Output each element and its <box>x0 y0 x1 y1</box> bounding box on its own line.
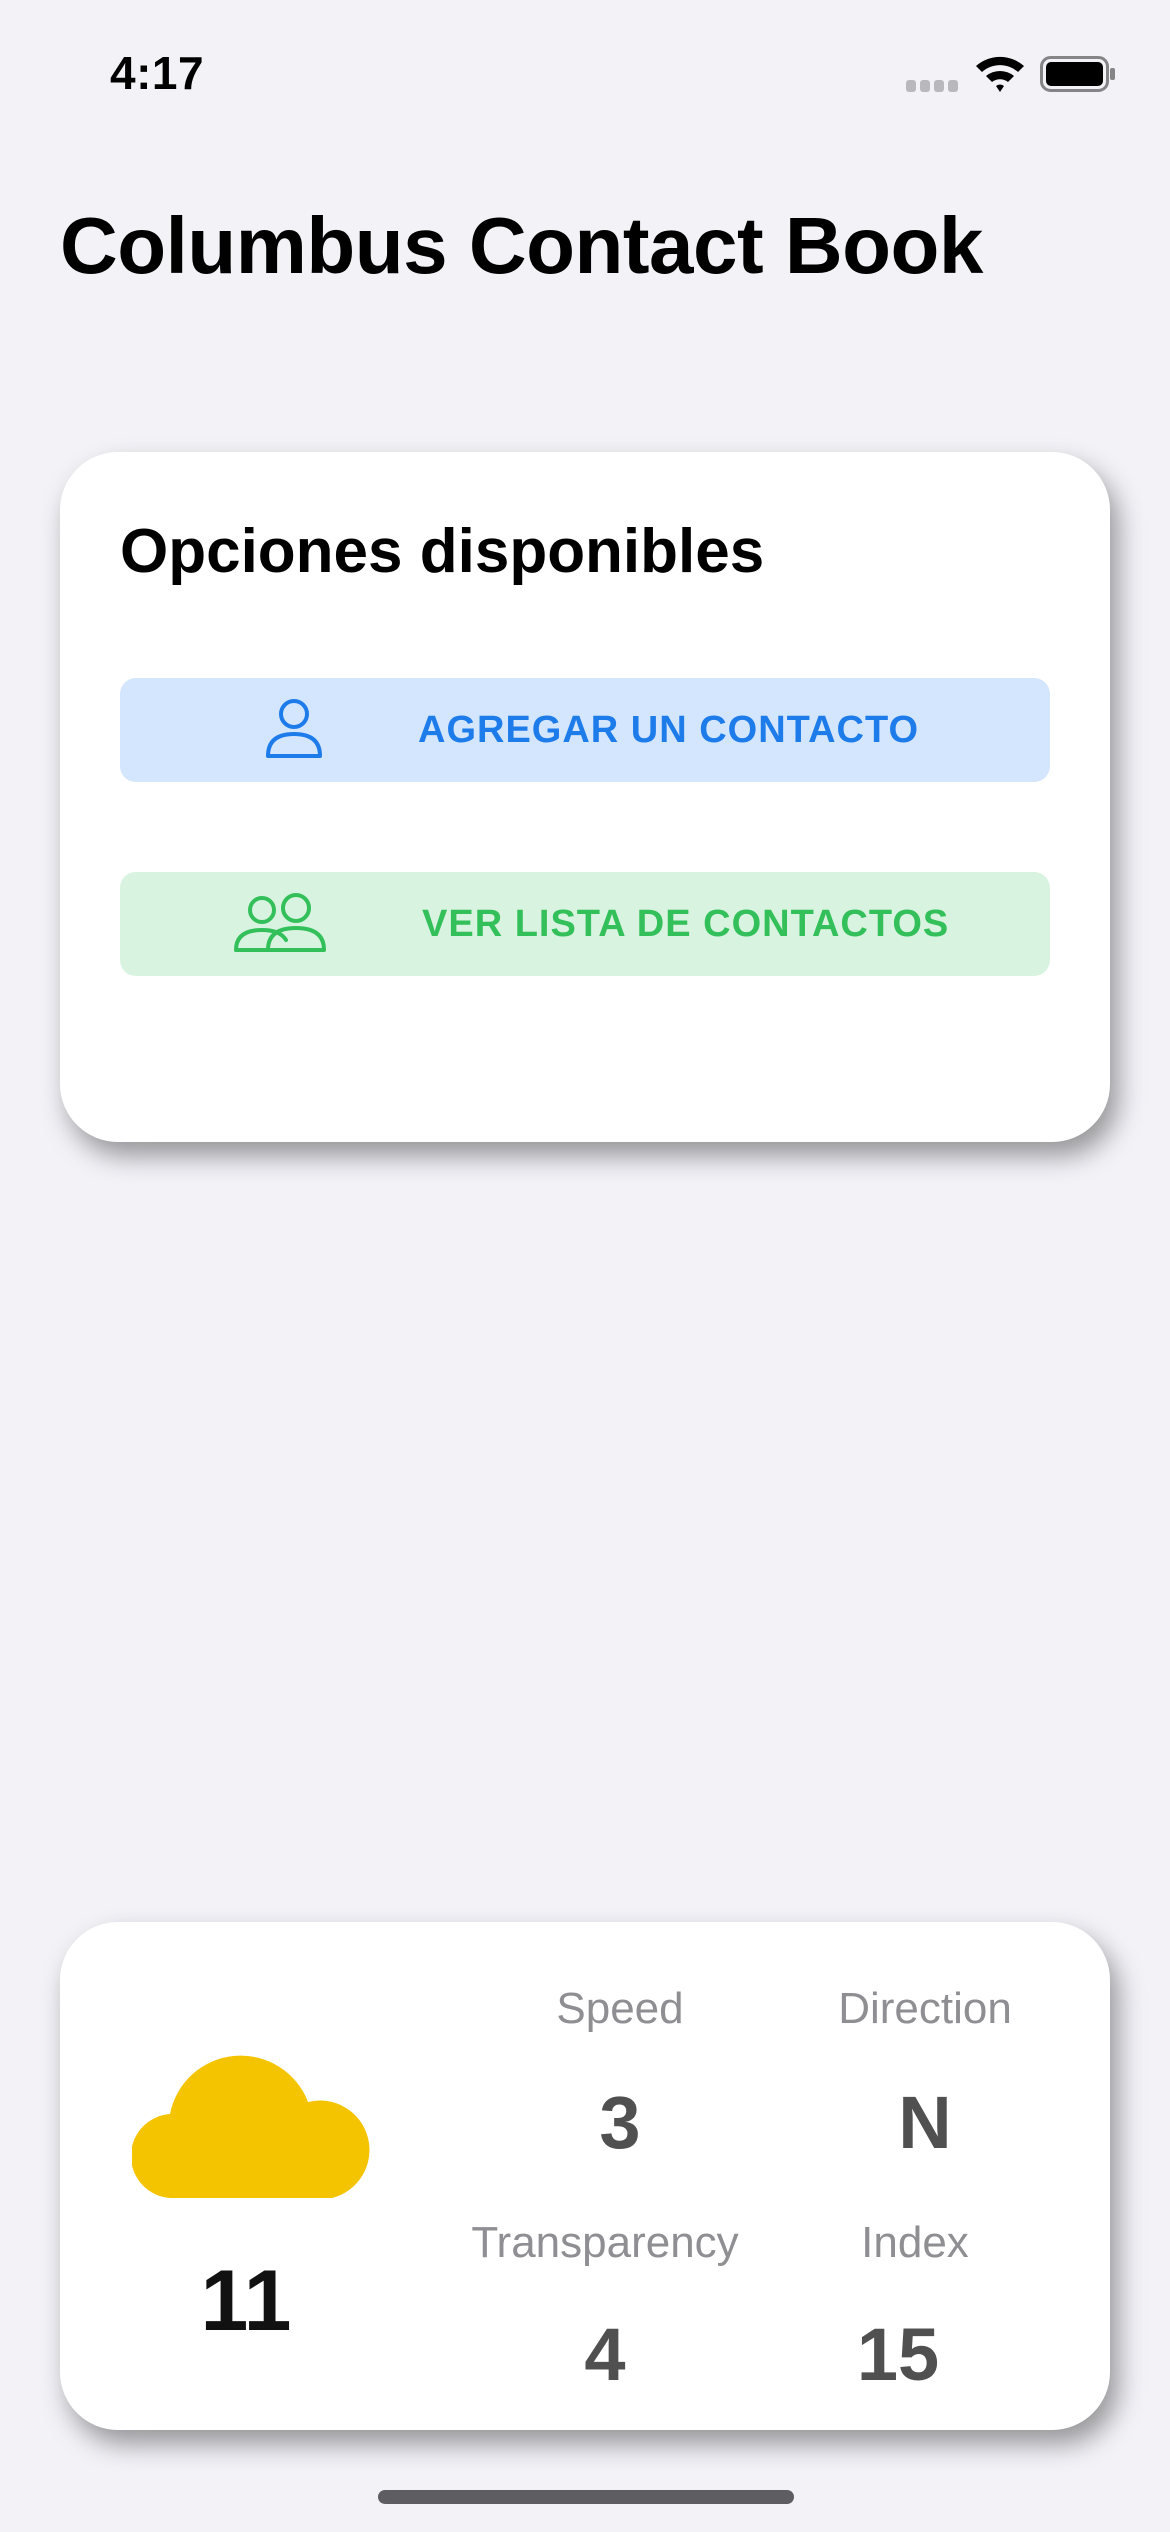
person-icon <box>266 699 322 758</box>
transparency-label: Transparency <box>471 2218 739 2267</box>
direction-label: Direction <box>838 1984 1012 2033</box>
options-card: Opciones disponibles AGREGAR UN CONTACTO… <box>60 452 1110 1142</box>
options-card-title: Opciones disponibles <box>120 517 765 586</box>
view-contacts-button[interactable]: VER LISTA DE CONTACTOS <box>120 872 1050 976</box>
transparency-value: 4 <box>584 2313 626 2396</box>
add-contact-button[interactable]: AGREGAR UN CONTACTO <box>120 678 1050 782</box>
weather-card: 11 Speed 3 Direction N Transparency 4 In… <box>60 1922 1110 2430</box>
view-contacts-label: VER LISTA DE CONTACTOS <box>422 903 950 945</box>
add-contact-label: AGREGAR UN CONTACTO <box>418 709 920 751</box>
weather-main-value: 11 <box>200 2253 292 2349</box>
index-value: 15 <box>856 2313 940 2396</box>
wifi-icon <box>976 56 1024 92</box>
home-indicator[interactable] <box>378 2490 794 2504</box>
speed-label: Speed <box>556 1984 684 2033</box>
index-label: Index <box>861 2218 969 2267</box>
battery-icon <box>1040 56 1115 92</box>
screen: 4:17 Columbus Contact Book Opciones disp… <box>0 0 1170 2532</box>
cloud-icon <box>132 2055 370 2198</box>
direction-value: N <box>898 2081 952 2164</box>
people-icon <box>234 893 326 952</box>
page-title: Columbus Contact Book <box>60 201 983 290</box>
status-time: 4:17 <box>110 47 205 99</box>
speed-value: 3 <box>599 2081 641 2164</box>
cellular-signal-icon <box>906 80 960 92</box>
